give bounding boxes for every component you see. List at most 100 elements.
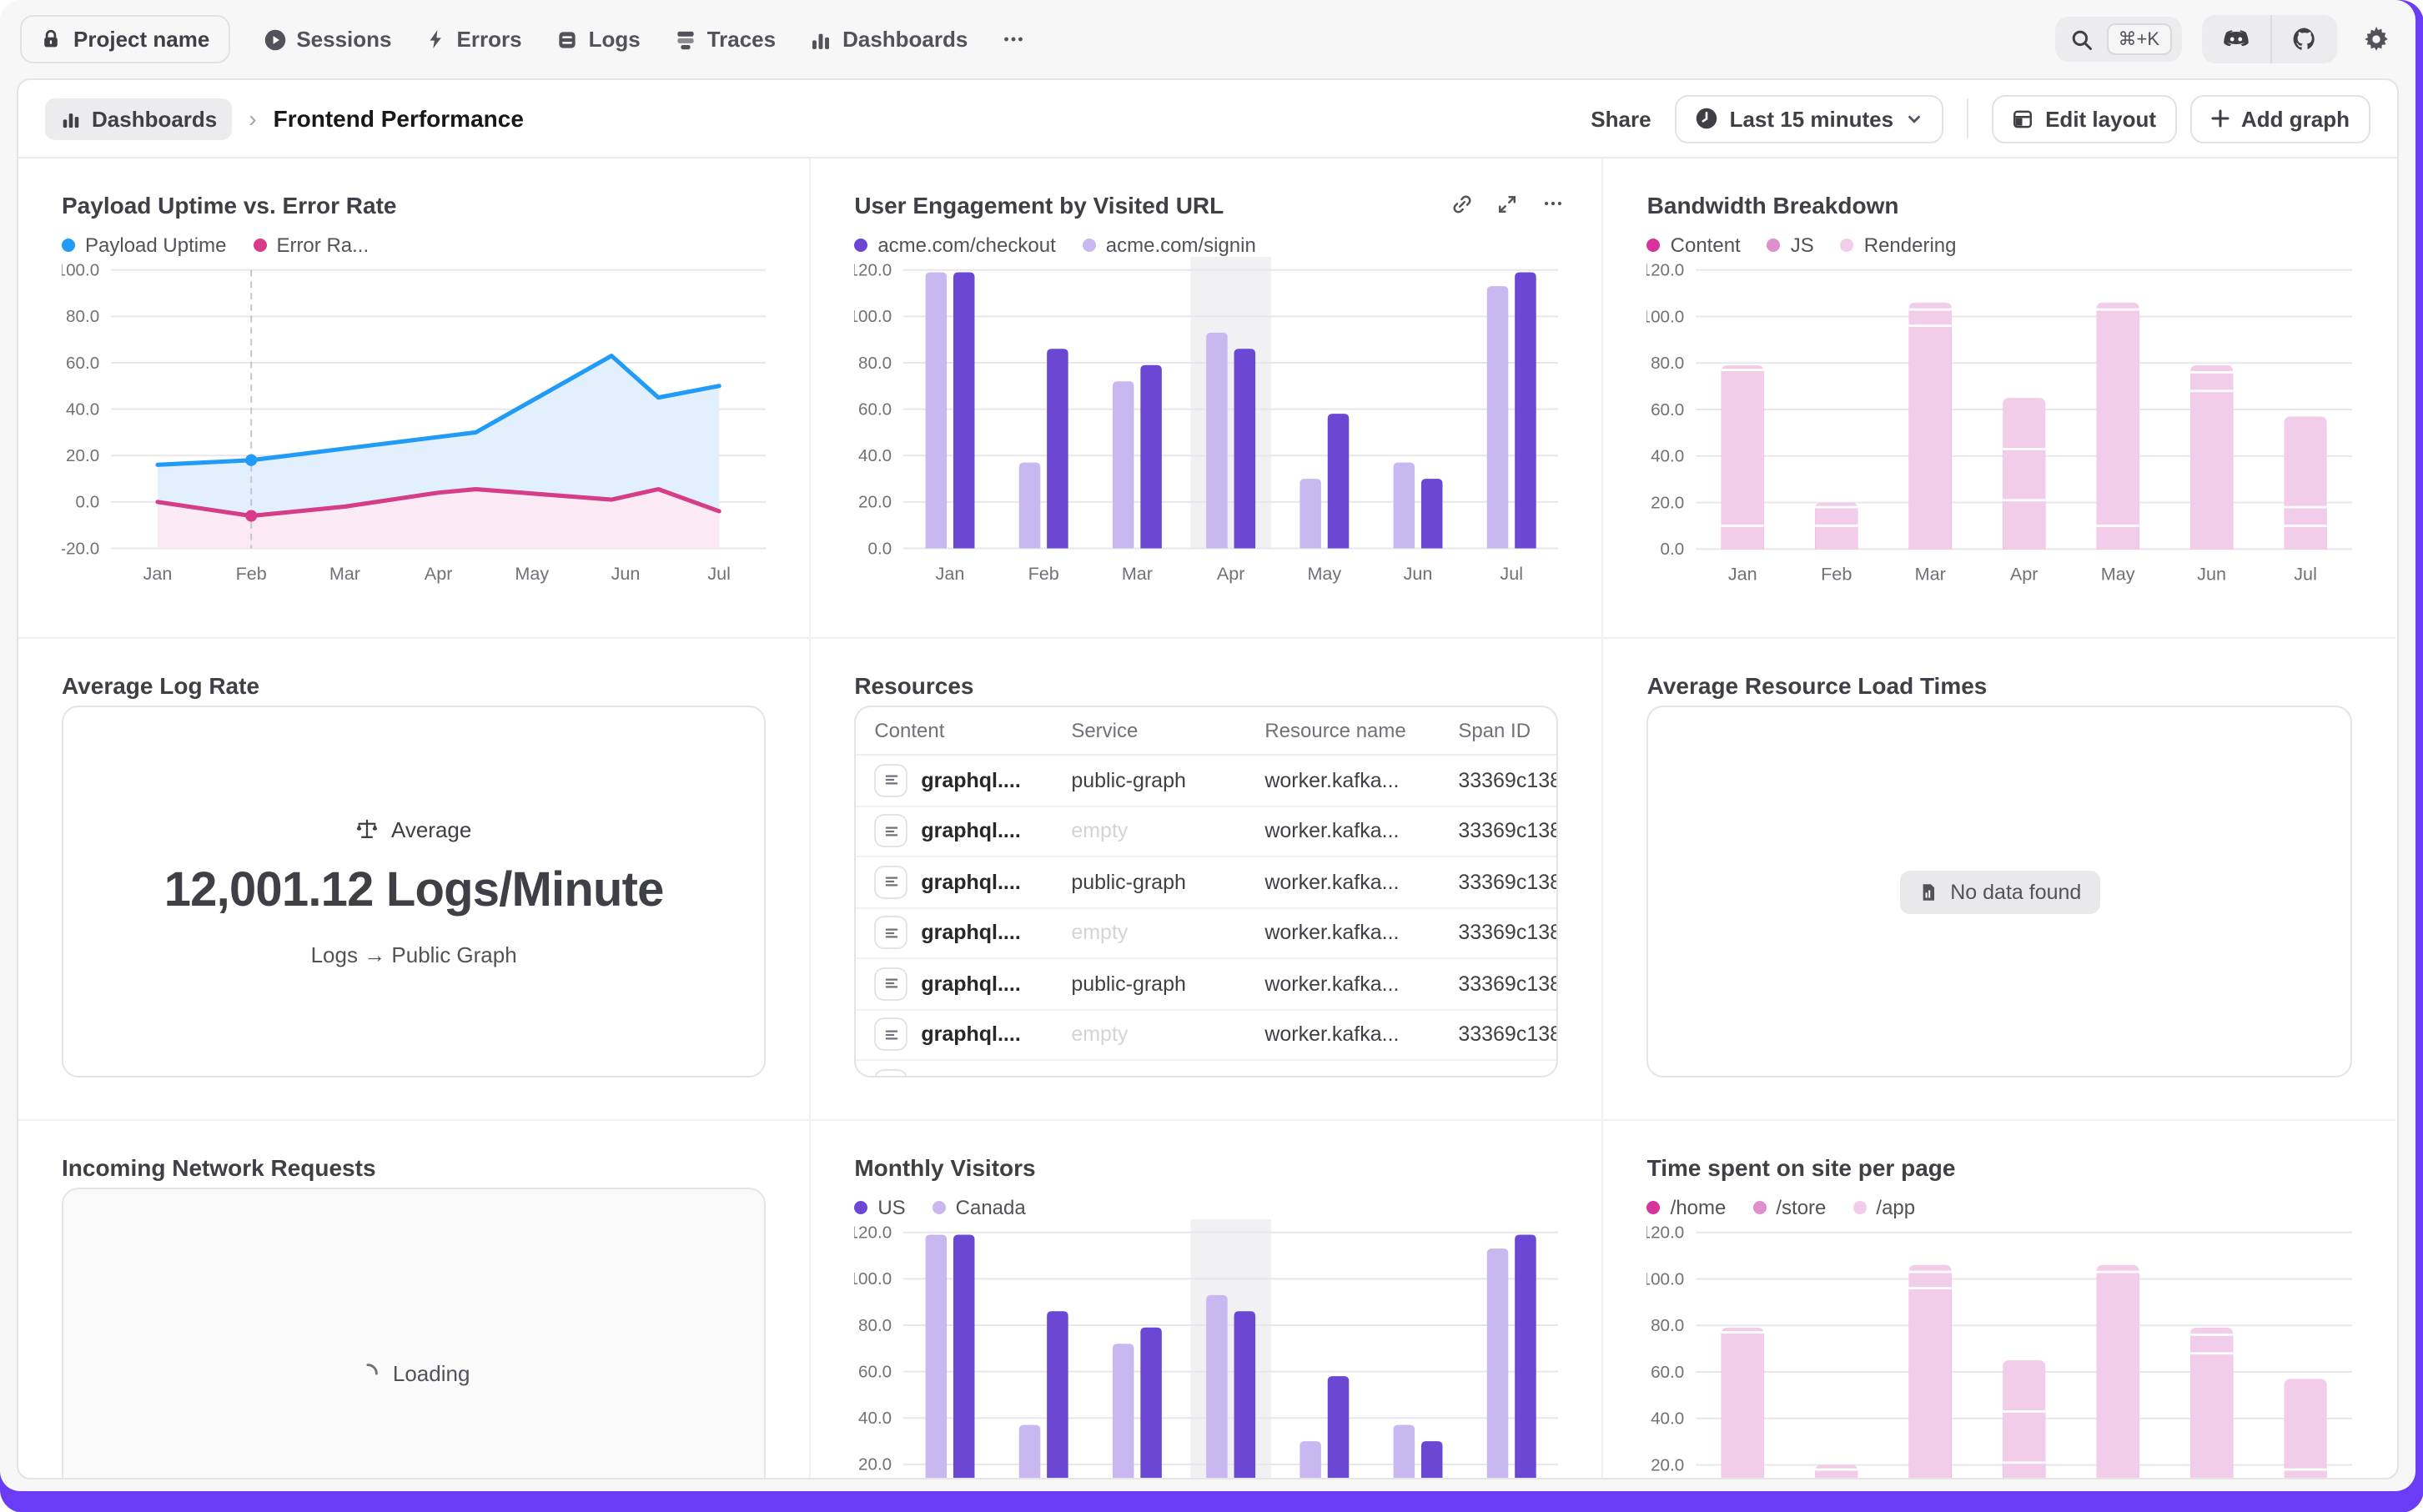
user-engagement-chart[interactable]: 120.0100.080.060.040.020.00.0JanFebMarAp… [854,257,1558,593]
settings-button[interactable] [2356,20,2395,58]
svg-text:Jan: Jan [1729,564,1758,585]
legend-item[interactable]: JS [1767,234,1814,257]
nav-item-errors[interactable]: Errors [425,27,522,52]
breadcrumb-label: Dashboards [92,106,217,131]
svg-text:Jun: Jun [611,563,641,584]
legend-item[interactable]: Error Ra... [253,234,369,257]
table-row[interactable]: graphql....emptyworker.kafka...33369c138… [856,806,1556,857]
time-spent-chart[interactable]: 120.0100.080.060.040.020.00.0JanFebMarAp… [1647,1219,2353,1479]
expand-icon[interactable] [1497,193,1519,214]
ellipsis-icon [1001,27,1026,52]
nav-overflow-menu[interactable] [1001,27,1026,52]
chart-legend: Content JS Rendering [1647,234,2353,257]
svg-text:100.0: 100.0 [854,1269,892,1288]
github-button[interactable] [2270,15,2336,63]
legend-item[interactable]: US [854,1196,905,1219]
legend-dot [1841,239,1854,252]
svg-text:100.0: 100.0 [1647,1269,1685,1288]
svg-text:Jul: Jul [707,563,731,584]
table-row[interactable]: graphql....public-graphworker.kafka...33… [856,1061,1556,1077]
nav-item-dashboards[interactable]: Dashboards [809,27,968,52]
bandwidth-chart[interactable]: 120.0100.080.060.040.020.00.0JanFebMarAp… [1647,257,2353,593]
network-requests-card: Loading [62,1188,766,1479]
svg-text:Feb: Feb [1822,564,1852,585]
uptime-error-chart[interactable]: 100.080.060.040.020.00.0-20.0JanFebMarAp… [62,257,766,593]
nav-item-label: Sessions [296,27,391,52]
loading-indicator: Loading [358,1361,470,1386]
edit-layout-button[interactable]: Edit layout [1992,94,2176,143]
svg-text:Jun: Jun [1404,563,1433,584]
add-graph-button[interactable]: Add graph [2189,94,2370,143]
legend-item[interactable]: Content [1647,234,1741,257]
search-button[interactable]: ⌘+K [2054,17,2181,62]
legend-item[interactable]: Canada [933,1196,1026,1219]
log-lines-icon [874,815,907,848]
tile-title: Incoming Network Requests [62,1154,766,1181]
service-cell: public-graph [1071,972,1264,996]
tile-title: Payload Uptime vs. Error Rate [62,192,766,219]
table-row[interactable]: graphql....emptyworker.kafka...33369c138… [856,908,1556,959]
tile-user-engagement: User Engagement by Visited URL acme.com/… [811,158,1603,639]
svg-text:120.0: 120.0 [854,261,892,280]
legend-dot [854,1201,867,1214]
svg-text:20.0: 20.0 [858,1455,892,1474]
search-icon [2069,28,2093,51]
table-row[interactable]: graphql....public-graphworker.kafka...33… [856,857,1556,908]
resource-name-cell: worker.kafka... [1264,1074,1458,1078]
legend-item[interactable]: /app [1852,1196,1915,1219]
legend-item[interactable]: Payload Uptime [62,234,226,257]
svg-text:40.0: 40.0 [66,399,99,419]
traces-icon [674,28,697,51]
svg-text:100.0: 100.0 [1647,307,1685,326]
nav-item-logs[interactable]: Logs [555,27,641,52]
project-switcher-button[interactable]: Project name [20,15,229,63]
svg-text:20.0: 20.0 [1651,493,1685,512]
share-button[interactable]: Share [1591,106,1651,131]
plus-icon [2209,108,2229,128]
nav-item-sessions[interactable]: Sessions [263,27,391,52]
discord-button[interactable] [2201,15,2270,63]
service-cell: empty [1071,1023,1264,1047]
service-cell: public-graph [1071,1074,1264,1078]
legend-item[interactable]: acme.com/checkout [854,234,1055,257]
log-lines-icon [874,1018,907,1052]
breadcrumb-dashboards-chip[interactable]: Dashboards [45,98,232,139]
legend-item[interactable]: Rendering [1841,234,1957,257]
link-icon[interactable] [1452,193,1474,214]
span-id-cell: 33369c1380... [1458,871,1556,894]
search-shortcut-kbd: ⌘+K [2106,23,2171,55]
table-row[interactable]: graphql....public-graphworker.kafka...33… [856,756,1556,806]
table-row[interactable]: graphql....emptyworker.kafka...33369c138… [856,1010,1556,1061]
legend-label: /store [1776,1196,1826,1219]
svg-text:80.0: 80.0 [858,1316,892,1335]
logs-icon [555,28,579,51]
svg-text:60.0: 60.0 [858,1362,892,1381]
tile-payload-uptime: Payload Uptime vs. Error Rate Payload Up… [18,158,811,639]
svg-text:80.0: 80.0 [858,354,892,373]
log-rate-card[interactable]: Average 12,001.12 Logs/Minute Logs → Pub… [62,706,766,1077]
tile-menu-icon[interactable] [1542,192,1566,215]
lock-icon [40,28,62,50]
svg-text:Feb: Feb [1028,563,1059,584]
content-cell: graphql.... [874,764,1071,797]
log-lines-icon [874,967,907,1001]
svg-text:60.0: 60.0 [1651,400,1685,419]
monthly-visitors-chart[interactable]: 120.0100.080.060.040.020.00.0JanFebMarAp… [854,1219,1558,1479]
legend-item[interactable]: /home [1647,1196,1727,1219]
table-row[interactable]: graphql....public-graphworker.kafka...33… [856,959,1556,1010]
legend-label: acme.com/signin [1106,234,1256,257]
resources-table-header: ContentServiceResource nameSpan ID [856,707,1556,756]
nav-item-label: Errors [457,27,522,52]
svg-text:Jul: Jul [2295,564,2318,585]
svg-text:Feb: Feb [236,563,267,584]
service-cell: empty [1071,922,1264,945]
legend-dot [854,239,867,252]
legend-item[interactable]: acme.com/signin [1083,234,1256,257]
nav-item-label: Logs [589,27,641,52]
time-range-dropdown[interactable]: Last 15 minutes [1675,94,1944,143]
legend-item[interactable]: /store [1752,1196,1826,1219]
svg-text:Jun: Jun [2198,564,2227,585]
gear-icon [2363,27,2388,52]
resource-name-cell: worker.kafka... [1264,820,1458,843]
nav-item-traces[interactable]: Traces [674,27,776,52]
